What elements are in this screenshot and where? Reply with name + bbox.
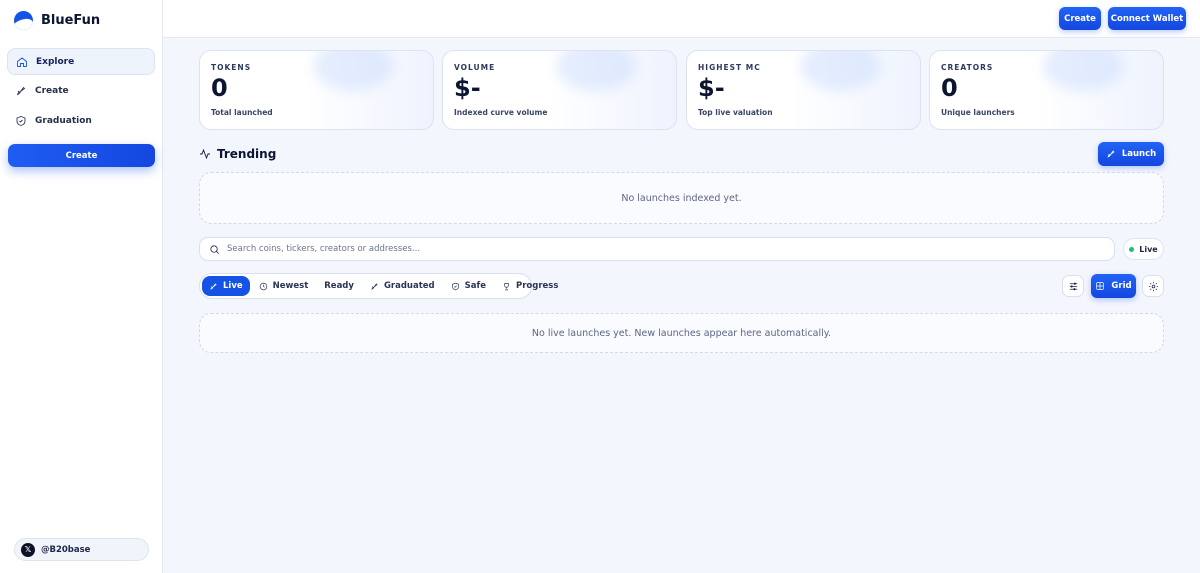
stat-value: 0 bbox=[211, 74, 228, 102]
sidebar-nav: Explore Create Graduation bbox=[7, 48, 155, 137]
filter-tabs: Live Newest Ready Graduated Safe Progres… bbox=[199, 273, 558, 299]
stat-value: $- bbox=[698, 74, 725, 102]
connect-wallet-button[interactable]: Connect Wallet bbox=[1108, 7, 1186, 30]
clock-icon bbox=[259, 282, 267, 290]
brand[interactable]: BlueFun bbox=[14, 11, 100, 30]
filter-label: Live bbox=[223, 281, 243, 291]
twitter-link[interactable]: 𝕏 @B20base bbox=[14, 538, 149, 561]
stat-label: HIGHEST MC bbox=[698, 63, 761, 72]
sidebar-create-button[interactable]: Create bbox=[8, 144, 155, 167]
filter-label: Ready bbox=[324, 281, 354, 291]
filter-newest[interactable]: Newest bbox=[252, 276, 316, 296]
filter-ready[interactable]: Ready bbox=[317, 276, 361, 296]
x-icon: 𝕏 bbox=[21, 542, 35, 557]
home-icon bbox=[17, 56, 27, 67]
trending-empty-state: No launches indexed yet. bbox=[199, 172, 1164, 224]
grid-label: Grid bbox=[1111, 281, 1132, 291]
topbar bbox=[163, 0, 1200, 38]
stat-subtitle: Total launched bbox=[211, 108, 273, 117]
rocket-icon bbox=[210, 282, 217, 290]
grid-icon bbox=[1096, 282, 1105, 290]
filter-graduated[interactable]: Graduated bbox=[363, 276, 442, 296]
stat-subtitle: Indexed curve volume bbox=[454, 108, 548, 117]
stat-subtitle: Unique launchers bbox=[941, 108, 1015, 117]
settings-button[interactable] bbox=[1142, 275, 1164, 297]
live-status-toggle[interactable]: Live bbox=[1123, 238, 1164, 260]
search-icon bbox=[210, 244, 219, 254]
twitter-handle: @B20base bbox=[41, 544, 91, 555]
bluefun-logo-icon bbox=[14, 11, 33, 30]
launch-label: Launch bbox=[1121, 149, 1157, 159]
filter-label: Graduated bbox=[383, 281, 435, 291]
rocket-icon bbox=[16, 86, 26, 96]
sliders-icon bbox=[1069, 282, 1077, 290]
sidebar: BlueFun Explore Create Graduation Create… bbox=[0, 0, 163, 573]
live-dot-icon bbox=[1129, 246, 1135, 252]
filter-progress[interactable]: Progress bbox=[495, 276, 565, 296]
stat-card-tokens: TOKENS 0 Total launched bbox=[199, 50, 434, 130]
feed-empty-state: No live launches yet. New launches appea… bbox=[199, 313, 1164, 353]
search-input[interactable] bbox=[227, 244, 1107, 254]
stat-card-volume: VOLUME $- Indexed curve volume bbox=[442, 50, 677, 130]
shield-icon bbox=[16, 115, 26, 126]
stat-subtitle: Top live valuation bbox=[698, 108, 773, 117]
stat-card-highest-mc: HIGHEST MC $- Top live valuation bbox=[686, 50, 921, 130]
stat-label: VOLUME bbox=[454, 63, 496, 72]
sidebar-item-create[interactable]: Create bbox=[7, 78, 155, 105]
launch-button[interactable]: Launch bbox=[1098, 142, 1164, 166]
shield-icon bbox=[451, 282, 459, 290]
filter-label: Progress bbox=[515, 281, 559, 291]
search-bar[interactable] bbox=[199, 237, 1115, 261]
header-create-button[interactable]: Create bbox=[1059, 7, 1101, 30]
trophy-icon bbox=[504, 282, 509, 290]
sidebar-item-graduation[interactable]: Graduation bbox=[7, 107, 155, 134]
stat-value: 0 bbox=[941, 74, 958, 102]
stat-label: CREATORS bbox=[941, 63, 994, 72]
sidebar-item-label: Explore bbox=[36, 56, 75, 67]
rocket-icon bbox=[371, 282, 378, 290]
sidebar-item-label: Graduation bbox=[35, 115, 92, 126]
stat-label: TOKENS bbox=[211, 63, 252, 72]
trending-heading: Trending bbox=[199, 147, 276, 161]
filter-settings-button[interactable] bbox=[1062, 275, 1084, 297]
sidebar-item-explore[interactable]: Explore bbox=[7, 48, 155, 75]
stat-value: $- bbox=[454, 74, 481, 102]
trending-title: Trending bbox=[217, 147, 277, 161]
gear-icon bbox=[1148, 281, 1158, 291]
stat-card-creators: CREATORS 0 Unique launchers bbox=[929, 50, 1164, 130]
grid-view-button[interactable]: Grid bbox=[1091, 274, 1136, 298]
live-label: Live bbox=[1139, 244, 1158, 254]
brand-name: BlueFun bbox=[41, 13, 101, 28]
activity-icon bbox=[200, 148, 210, 160]
rocket-icon bbox=[1107, 150, 1115, 158]
filter-label: Safe bbox=[464, 281, 486, 291]
sidebar-item-label: Create bbox=[35, 86, 69, 96]
filter-live[interactable]: Live bbox=[202, 276, 250, 296]
filter-safe[interactable]: Safe bbox=[444, 276, 493, 296]
filter-label: Newest bbox=[272, 281, 309, 291]
